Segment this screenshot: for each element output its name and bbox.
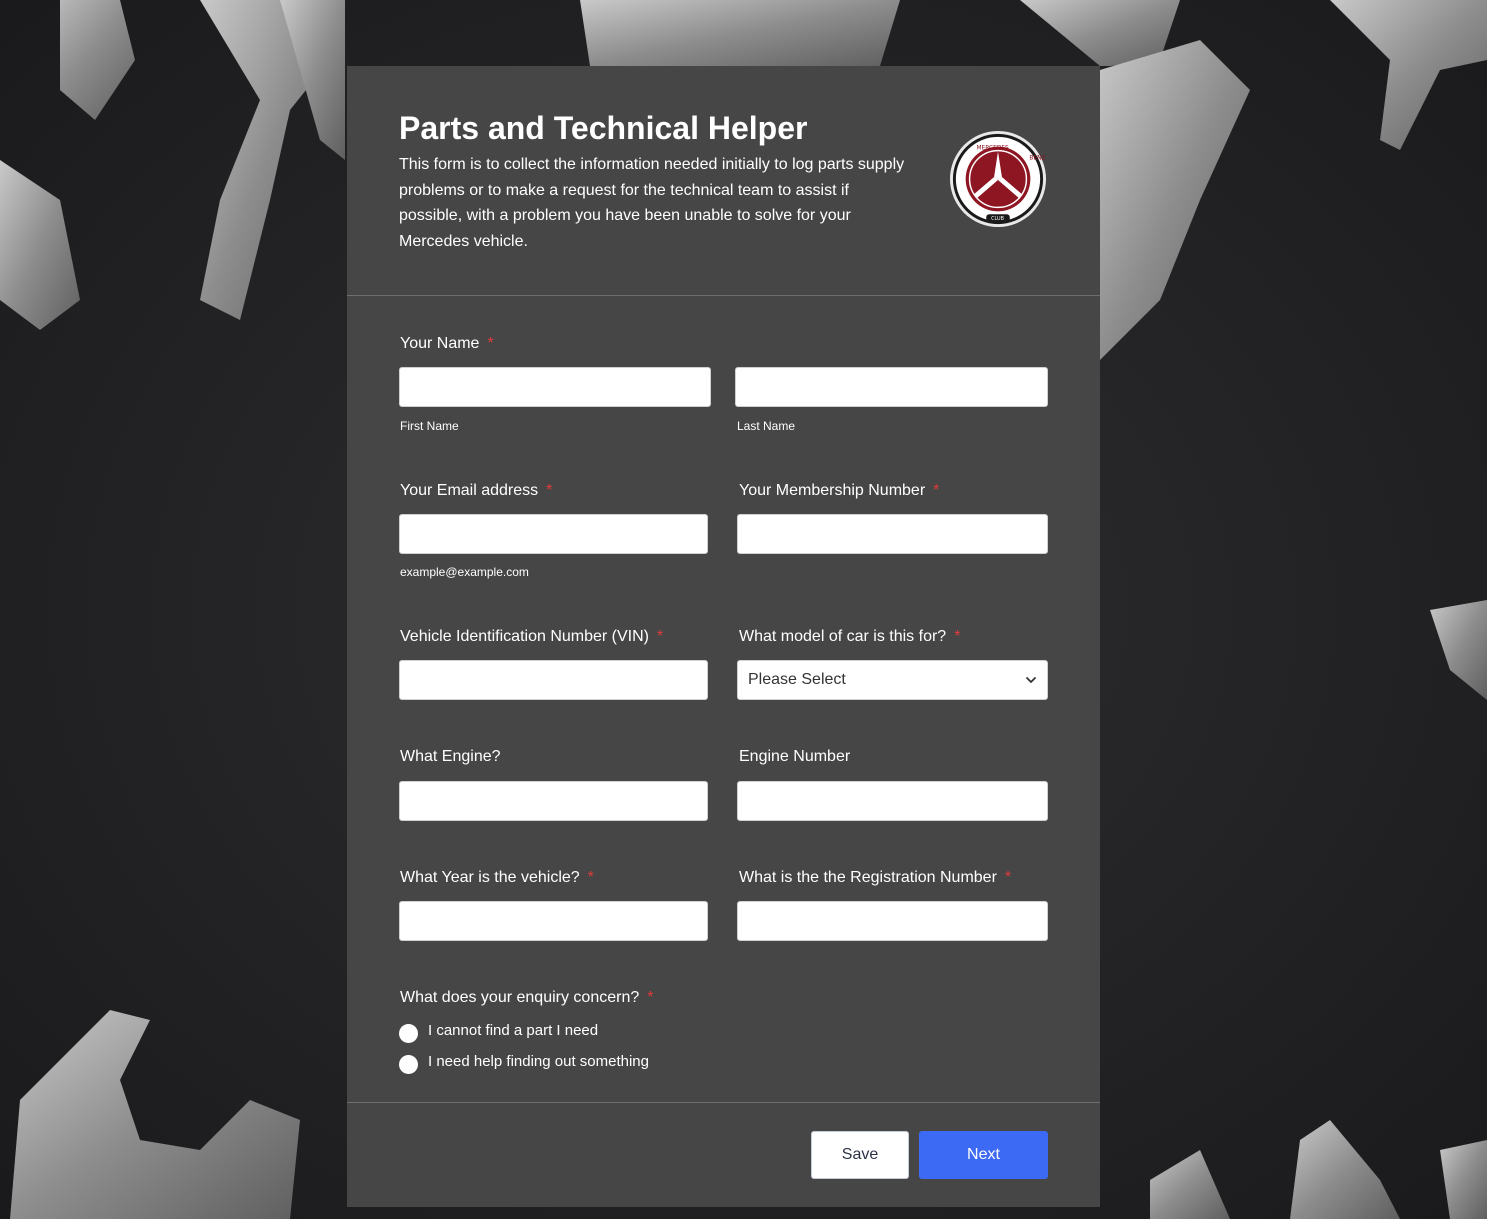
- first-name-input[interactable]: [399, 367, 711, 407]
- registration-label-text: What is the the Registration Number: [739, 869, 997, 886]
- required-marker: *: [487, 335, 494, 352]
- membership-number-input[interactable]: [737, 514, 1048, 554]
- car-model-selected-value: Please Select: [748, 671, 846, 688]
- first-name-sublabel: First Name: [400, 419, 459, 433]
- required-marker: *: [647, 989, 654, 1006]
- engine-input[interactable]: [399, 781, 708, 821]
- required-marker: *: [546, 482, 553, 499]
- vin-input[interactable]: [399, 660, 708, 700]
- required-marker: *: [954, 628, 961, 645]
- mercedes-benz-club-logo: MERCEDES BENZ CLUB: [949, 130, 1047, 228]
- membership-label: Your Membership Number *: [739, 481, 939, 501]
- logo-text-bottom: CLUB: [991, 216, 1004, 222]
- email-label-text: Your Email address: [400, 482, 539, 499]
- form-card: Parts and Technical Helper This form is …: [347, 66, 1100, 1207]
- email-input[interactable]: [399, 514, 708, 554]
- radio-option-label: I cannot find a part I need: [428, 1022, 599, 1039]
- chevron-down-icon: [1026, 677, 1036, 683]
- form-title: Parts and Technical Helper: [399, 110, 808, 146]
- form-description: This form is to collect the information …: [399, 156, 905, 251]
- last-name-sublabel: Last Name: [737, 419, 796, 433]
- model-label: What model of car is this for? *: [739, 627, 960, 647]
- engine-number-label: Engine Number: [739, 748, 851, 765]
- required-marker: *: [657, 628, 664, 645]
- email-sublabel: example@example.com: [400, 565, 529, 579]
- vin-label: Vehicle Identification Number (VIN) *: [400, 627, 663, 647]
- required-marker: *: [1004, 869, 1012, 886]
- car-model-select[interactable]: Please Select: [737, 660, 1048, 700]
- year-label-text: What Year is the vehicle?: [400, 869, 580, 886]
- radio-button[interactable]: [399, 1055, 418, 1074]
- engine-label: What Engine?: [400, 748, 501, 765]
- radio-option-label: I need help finding out something: [428, 1053, 649, 1070]
- enquiry-label-text: What does your enquiry concern?: [400, 989, 640, 1006]
- save-button[interactable]: Save: [811, 1131, 909, 1179]
- required-marker: *: [587, 869, 594, 886]
- year-label: What Year is the vehicle? *: [400, 868, 594, 888]
- form-footer: Save Next: [347, 1102, 1100, 1208]
- form-header: Parts and Technical Helper This form is …: [347, 66, 1100, 296]
- year-input[interactable]: [399, 901, 708, 941]
- model-label-text: What model of car is this for?: [739, 628, 947, 645]
- required-marker: *: [933, 482, 940, 499]
- email-label: Your Email address *: [400, 481, 552, 501]
- registration-number-input[interactable]: [737, 901, 1048, 941]
- logo-text-right: BENZ: [1029, 155, 1045, 161]
- last-name-input[interactable]: [735, 367, 1048, 407]
- enquiry-label: What does your enquiry concern? *: [400, 988, 653, 1008]
- next-button[interactable]: Next: [919, 1131, 1048, 1179]
- name-label-text: Your Name: [400, 335, 480, 352]
- registration-label: What is the the Registration Number *: [739, 868, 1011, 888]
- membership-label-text: Your Membership Number: [739, 482, 926, 499]
- radio-button[interactable]: [399, 1024, 418, 1043]
- engine-number-input[interactable]: [737, 781, 1048, 821]
- vin-label-text: Vehicle Identification Number (VIN): [400, 628, 649, 645]
- name-label: Your Name *: [400, 334, 494, 354]
- logo-text-top: MERCEDES: [976, 146, 1009, 152]
